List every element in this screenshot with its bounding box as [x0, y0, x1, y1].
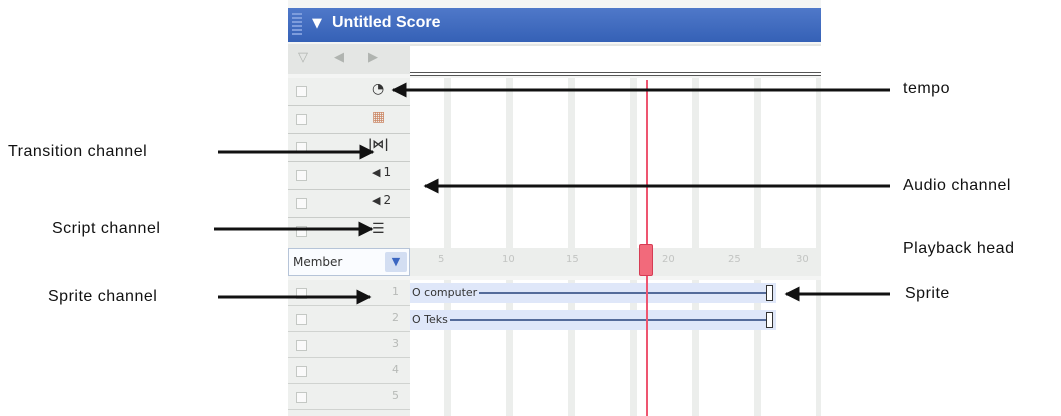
playback-head-label: Playback head [903, 240, 1015, 257]
annotation-arrows [214, 82, 890, 305]
audio-channel-label: Audio channel [903, 177, 1011, 194]
transition-channel-label: Transition channel [8, 143, 148, 160]
script-channel-label: Script channel [52, 220, 161, 237]
sprite-label-annotation: Sprite [905, 285, 950, 302]
tempo-label: tempo [903, 80, 950, 97]
sprite-channel-label: Sprite channel [48, 288, 158, 305]
